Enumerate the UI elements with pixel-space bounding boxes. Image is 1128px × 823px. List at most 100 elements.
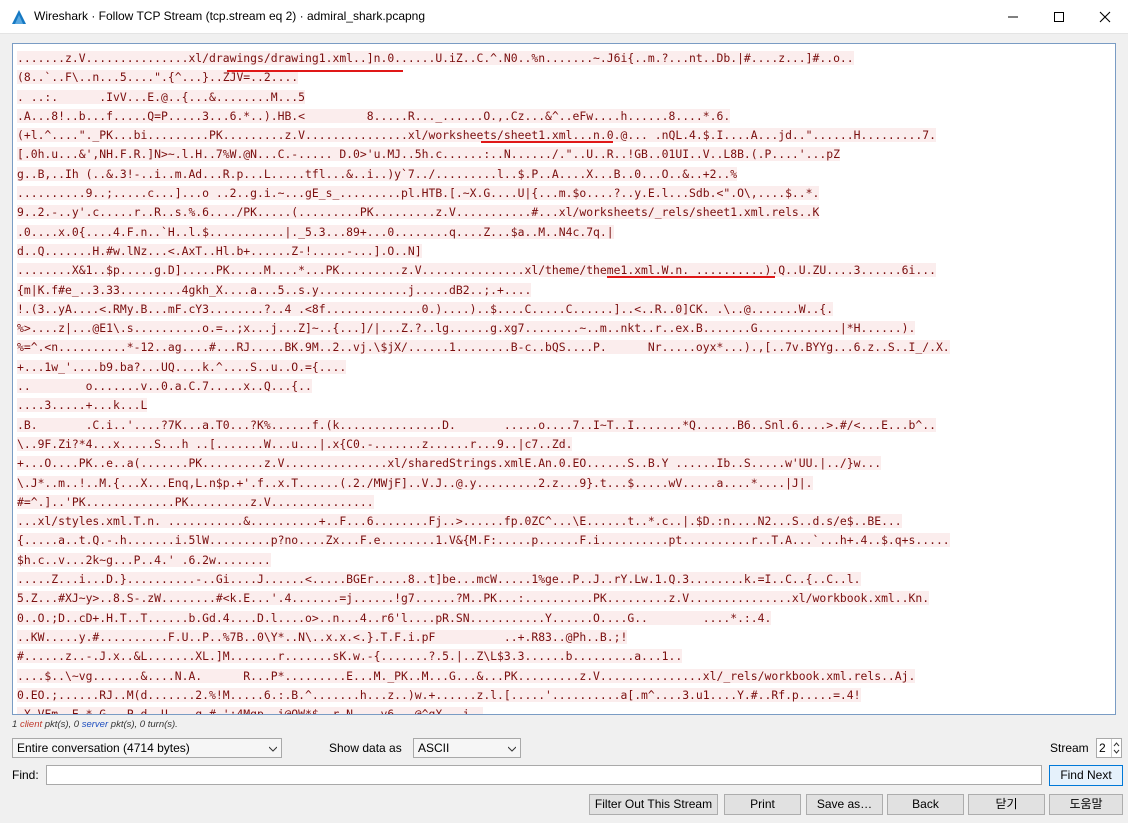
save-as-button[interactable]: Save as… [806, 794, 883, 815]
client-data-text: {m|K.f#e_..3.33.........4gkh_X....a...5.… [17, 282, 532, 297]
client-data-text: ..KW.....y.#..........F.U..P..%7B..0\Y*.… [17, 629, 628, 644]
chevron-down-icon [269, 746, 277, 752]
stream-line: .. o.......v..0.a.C.7.....x..Q...{.. [17, 377, 1111, 396]
client-data-text: +...O....PK..e..a(.......PK.........z.V.… [17, 456, 882, 471]
stream-line: #......z..-.J.x..&L.......XL.]M.......r.… [17, 647, 1111, 666]
client-data-text: 0..O.;D..cD+.H.T..T......b.Gd.4....D.l..… [17, 610, 772, 625]
maximize-icon [1054, 12, 1064, 22]
stream-label: Stream [1050, 741, 1089, 755]
stream-line: g..B,..Ih (..&.3!-..i..m.Ad...R.p...L...… [17, 165, 1111, 184]
help-button[interactable]: 도움말 [1049, 794, 1123, 815]
stream-line: ..........9..;.....c...]...o ..2..g.i.~.… [17, 184, 1111, 203]
spin-arrows-icon[interactable] [1111, 739, 1121, 757]
find-label: Find: [12, 768, 39, 782]
close-button[interactable]: 닫기 [968, 794, 1045, 815]
stream-line: 9..2.-..y'.c.....r..R..s.%.6..../PK.....… [17, 203, 1111, 222]
window-title: Wireshark · Follow TCP Stream (tcp.strea… [34, 9, 426, 23]
client-data-text: (8..`..F\..n...5....".{^...}..ZJV=..2...… [17, 70, 299, 85]
client-data-text: .......z.V...............xl/drawings/dra… [17, 51, 854, 65]
client-data-text: #=^.]..'PK.............PK.........z.V...… [17, 494, 374, 509]
client-data-text: g..B,..Ih (..&.3!-..i..m.Ad...R.p...L...… [17, 166, 738, 181]
stream-line: [.0h.u...&',NH.F.R.]N>~.l.H..7%W.@N...C.… [17, 145, 1111, 164]
client-data-text: .0....x.0{....4.F.n..`H..l.$...........|… [17, 224, 614, 239]
minimize-icon [1008, 16, 1018, 18]
client-data-text: $h.c..v...2k~g...P..4.' .6.2w........ [17, 552, 271, 567]
client-data-text: 5.Z...#XJ~y>..8.S-.zW........#<k.E...'.4… [17, 591, 930, 606]
back-button[interactable]: Back [887, 794, 964, 815]
filter-out-stream-button[interactable]: Filter Out This Stream [589, 794, 718, 815]
annotation-underline [481, 141, 613, 143]
maximize-button[interactable] [1036, 0, 1082, 34]
client-data-text: \..9F.Zi?*4...x.....S...h ..[.......W...… [17, 436, 573, 451]
show-data-as-label: Show data as [329, 741, 402, 755]
stream-line: +...O....PK..e..a(.......PK.........z.V.… [17, 454, 1111, 473]
stream-line: .A...8!..b...f.....Q=P.....3...6.*..).HB… [17, 107, 1111, 126]
find-input[interactable] [46, 765, 1042, 785]
stream-line: \.J*..m..!..M.{...X...Enq,L.n$p.+'.f..x.… [17, 474, 1111, 493]
client-data-text: ....$..\~vg.......&....N.A. R...P*......… [17, 668, 916, 683]
client-data-text: \.J*..m..!..M.{...X...Enq,L.n$p.+'.f..x.… [17, 475, 813, 490]
annotation-underline [227, 70, 403, 72]
stream-number-spinbox[interactable]: 2 [1096, 738, 1122, 758]
client-data-text: .B. .C.i..'....?7K...a.T0...?K%......f.(… [17, 417, 936, 432]
close-icon [1099, 11, 1111, 23]
client-data-text: ..........9..;.....c...]...o ..2..g.i.~.… [17, 186, 820, 201]
stream-line: .B. .C.i..'....?7K...a.T0...?K%......f.(… [17, 416, 1111, 435]
chevron-down-icon [508, 746, 516, 752]
stream-line: d..Q.......H.#w.lNz...<.AxT..Hl.b+......… [17, 242, 1111, 261]
stream-line: ....$..\~vg.......&....N.A. R...P*......… [17, 667, 1111, 686]
stream-line: #=^.]..'PK.............PK.........z.V...… [17, 493, 1111, 512]
client-data-text: .X.VFm..E.*.G...P_d..U....q.#.';4Mgp..i@… [17, 707, 484, 714]
annotation-underline [607, 276, 775, 278]
stream-line: {m|K.f#e_..3.33.........4gkh_X....a...5.… [17, 281, 1111, 300]
stream-line: 5.Z...#XJ~y>..8.S-.zW........#<k.E...'.4… [17, 589, 1111, 608]
stream-line: (8..`..F\..n...5....".{^...}..ZJV=..2...… [17, 68, 1111, 87]
client-data-text: %>....z|...@E1\.s..........o.=..;x...j..… [17, 321, 916, 336]
client-data-text: d..Q.......H.#w.lNz...<.AxT..Hl.b+......… [17, 243, 422, 258]
client-data-text: .A...8!..b...f.....Q=P.....3...6.*..).HB… [17, 108, 731, 123]
client-data-text: . ..:. .IvV...E.@..{...&........M...5 [17, 89, 306, 104]
client-data-text: (+l.^...."._PK...bi.........PK.........z… [17, 128, 936, 143]
packet-count-status: 1 client pkt(s), 0 server pkt(s), 0 turn… [12, 719, 178, 730]
client-data-text: [.0h.u...&',NH.F.R.]N>~.l.H..7%W.@N...C.… [17, 147, 840, 162]
client-label: client [19, 719, 43, 730]
stream-line: ........X&1..$p.....g.D].....PK.....M...… [17, 261, 1111, 280]
stream-line: .....Z...i...D.}..........-..Gi....J....… [17, 570, 1111, 589]
client-data-text: 9..2.-..y'.c.....r..R..s.%.6..../PK.....… [17, 205, 820, 220]
title-bar: Wireshark · Follow TCP Stream (tcp.strea… [0, 0, 1128, 34]
minimize-button[interactable] [990, 0, 1036, 34]
client-data-text: ........X&1..$p.....g.D].....PK.....M...… [17, 263, 936, 278]
client-data-text: +...1w_'....b9.ba?...UQ....k.^....S..u..… [17, 359, 347, 374]
stream-line: .X.VFm..E.*.G...P_d..U....q.#.';4Mgp..i@… [17, 705, 1111, 714]
stream-line: %>....z|...@E1\.s..........o.=..;x...j..… [17, 319, 1111, 338]
find-next-button[interactable]: Find Next [1049, 765, 1123, 786]
stream-content-area[interactable]: .......z.V...............xl/drawings/dra… [12, 43, 1116, 715]
conversation-select[interactable]: Entire conversation (4714 bytes) [12, 738, 282, 758]
stream-line: . ..:. .IvV...E.@..{...&........M...5 [17, 88, 1111, 107]
client-data-text: !.(3..yA....<.RMy.B...mF.cY3........?..4… [17, 301, 834, 316]
stream-line: ..KW.....y.#..........F.U..P..%7B..0\Y*.… [17, 628, 1111, 647]
stream-line: ...xl/styles.xml.T.n. ...........&......… [17, 512, 1111, 531]
show-data-as-select[interactable]: ASCII [413, 738, 521, 758]
stream-line: +...1w_'....b9.ba?...UQ....k.^....S..u..… [17, 358, 1111, 377]
stream-text: .......z.V...............xl/drawings/dra… [17, 49, 1111, 714]
wireshark-fin-icon [12, 10, 26, 24]
client-data-text: ...xl/styles.xml.T.n. ...........&......… [17, 514, 902, 529]
stream-line: .0....x.0{....4.F.n..`H..l.$...........|… [17, 223, 1111, 242]
stream-line: %=^.<n..........*-12..ag....#...RJ.....B… [17, 338, 1111, 357]
stream-line: $h.c..v...2k~g...P..4.' .6.2w........ [17, 551, 1111, 570]
client-data-text: %=^.<n..........*-12..ag....#...RJ.....B… [17, 340, 950, 355]
stream-line: {.....a..t.Q.-.h.......i.5lW.........p?n… [17, 531, 1111, 550]
print-button[interactable]: Print [724, 794, 801, 815]
close-window-button[interactable] [1082, 0, 1128, 34]
client-data-text: ....3.....+...k...L [17, 398, 148, 413]
stream-line: !.(3..yA....<.RMy.B...mF.cY3........?..4… [17, 300, 1111, 319]
client-data-text: .....Z...i...D.}..........-..Gi....J....… [17, 572, 861, 587]
stream-line: ....3.....+...k...L [17, 396, 1111, 415]
stream-line: \..9F.Zi?*4...x.....S...h ..[.......W...… [17, 435, 1111, 454]
stream-line: 0..O.;D..cD+.H.T..T......b.Gd.4....D.l..… [17, 609, 1111, 628]
server-label: server [81, 719, 109, 730]
client-data-text: {.....a..t.Q.-.h.......i.5lW.........p?n… [17, 533, 950, 548]
client-data-text: #......z..-.J.x..&L.......XL.]M.......r.… [17, 649, 683, 664]
client-data-text: .. o.......v..0.a.C.7.....x..Q...{.. [17, 379, 312, 394]
